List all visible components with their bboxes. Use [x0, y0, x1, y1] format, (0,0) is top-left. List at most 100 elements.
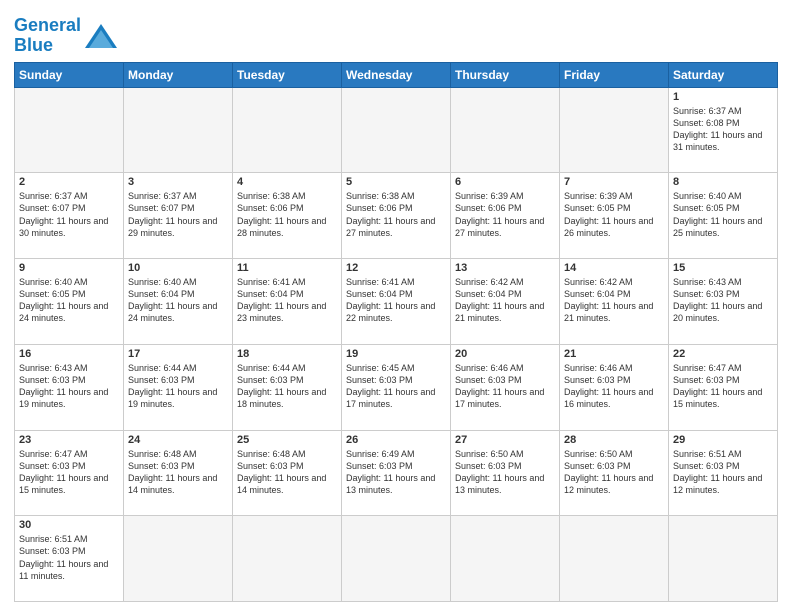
week-row-1: 2 Sunrise: 6:37 AMSunset: 6:07 PMDaylight… [15, 173, 778, 259]
day-cell-empty [560, 516, 669, 602]
day-number: 22 [673, 348, 773, 360]
day-cell-empty [233, 87, 342, 173]
day-info: Sunrise: 6:40 AMSunset: 6:04 PMDaylight:… [128, 276, 228, 325]
day-cell-3: 3 Sunrise: 6:37 AMSunset: 6:07 PMDaylight… [124, 173, 233, 259]
day-cell-11: 11 Sunrise: 6:41 AMSunset: 6:04 PMDayligh… [233, 259, 342, 345]
day-number: 20 [455, 348, 555, 360]
day-cell-7: 7 Sunrise: 6:39 AMSunset: 6:05 PMDaylight… [560, 173, 669, 259]
day-cell-5: 5Sunrise: 6:38 AMSunset: 6:06 PMDaylight… [342, 173, 451, 259]
day-cell-8: 8 Sunrise: 6:40 AMSunset: 6:05 PMDaylight… [669, 173, 778, 259]
col-header-sunday: Sunday [15, 62, 124, 87]
day-number: 8 [673, 176, 773, 188]
day-cell-27: 27 Sunrise: 6:50 AMSunset: 6:03 PMDayligh… [451, 430, 560, 516]
day-info: Sunrise: 6:40 AMSunset: 6:05 PMDaylight:… [673, 190, 773, 239]
day-number: 14 [564, 262, 664, 274]
day-cell-19: 19 Sunrise: 6:45 AMSunset: 6:03 PMDayligh… [342, 344, 451, 430]
day-number: 9 [19, 262, 119, 274]
logo-blue: Blue [14, 35, 53, 55]
day-number: 11 [237, 262, 337, 274]
day-number: 19 [346, 348, 446, 360]
day-number: 27 [455, 434, 555, 446]
day-cell-17: 17 Sunrise: 6:44 AMSunset: 6:03 PMDayligh… [124, 344, 233, 430]
day-cell-30: 30Sunrise: 6:51 AMSunset: 6:03 PMDayligh… [15, 516, 124, 602]
day-info: Sunrise: 6:37 AMSunset: 6:07 PMDaylight:… [19, 190, 119, 239]
day-info: Sunrise: 6:50 AMSunset: 6:03 PMDaylight:… [564, 448, 664, 497]
day-info: Sunrise: 6:38 AMSunset: 6:06 PMDaylight:… [237, 190, 337, 239]
day-cell-29: 29Sunrise: 6:51 AMSunset: 6:03 PMDayligh… [669, 430, 778, 516]
day-cell-2: 2 Sunrise: 6:37 AMSunset: 6:07 PMDaylight… [15, 173, 124, 259]
day-cell-empty [124, 516, 233, 602]
day-number: 18 [237, 348, 337, 360]
week-row-4: 23Sunrise: 6:47 AMSunset: 6:03 PMDayligh… [15, 430, 778, 516]
day-number: 21 [564, 348, 664, 360]
day-number: 16 [19, 348, 119, 360]
calendar-table: SundayMondayTuesdayWednesdayThursdayFrid… [14, 62, 778, 602]
day-cell-20: 20 Sunrise: 6:46 AMSunset: 6:03 PMDayligh… [451, 344, 560, 430]
day-cell-empty [233, 516, 342, 602]
day-number: 24 [128, 434, 228, 446]
day-info: Sunrise: 6:37 AMSunset: 6:08 PMDaylight:… [673, 105, 773, 154]
day-number: 4 [237, 176, 337, 188]
col-header-monday: Monday [124, 62, 233, 87]
week-row-5: 30Sunrise: 6:51 AMSunset: 6:03 PMDayligh… [15, 516, 778, 602]
day-cell-9: 9 Sunrise: 6:40 AMSunset: 6:05 PMDaylight… [15, 259, 124, 345]
day-cell-24: 24 Sunrise: 6:48 AMSunset: 6:03 PMDayligh… [124, 430, 233, 516]
day-number: 6 [455, 176, 555, 188]
col-header-saturday: Saturday [669, 62, 778, 87]
day-cell-14: 14Sunrise: 6:42 AMSunset: 6:04 PMDayligh… [560, 259, 669, 345]
day-number: 12 [346, 262, 446, 274]
week-row-2: 9 Sunrise: 6:40 AMSunset: 6:05 PMDaylight… [15, 259, 778, 345]
week-row-3: 16 Sunrise: 6:43 AMSunset: 6:03 PMDayligh… [15, 344, 778, 430]
logo-text: General Blue [14, 16, 81, 56]
day-cell-26: 26 Sunrise: 6:49 AMSunset: 6:03 PMDayligh… [342, 430, 451, 516]
logo-icon [83, 22, 119, 50]
day-number: 7 [564, 176, 664, 188]
day-info: Sunrise: 6:49 AMSunset: 6:03 PMDaylight:… [346, 448, 446, 497]
day-info: Sunrise: 6:37 AMSunset: 6:07 PMDaylight:… [128, 190, 228, 239]
day-info: Sunrise: 6:48 AMSunset: 6:03 PMDaylight:… [237, 448, 337, 497]
day-cell-23: 23Sunrise: 6:47 AMSunset: 6:03 PMDayligh… [15, 430, 124, 516]
day-cell-10: 10 Sunrise: 6:40 AMSunset: 6:04 PMDayligh… [124, 259, 233, 345]
day-cell-16: 16 Sunrise: 6:43 AMSunset: 6:03 PMDayligh… [15, 344, 124, 430]
day-number: 15 [673, 262, 773, 274]
week-row-0: 1 Sunrise: 6:37 AMSunset: 6:08 PMDaylight… [15, 87, 778, 173]
day-cell-empty [451, 87, 560, 173]
day-info: Sunrise: 6:39 AMSunset: 6:05 PMDaylight:… [564, 190, 664, 239]
day-info: Sunrise: 6:41 AMSunset: 6:04 PMDaylight:… [237, 276, 337, 325]
logo: General Blue [14, 16, 119, 56]
day-number: 17 [128, 348, 228, 360]
day-info: Sunrise: 6:44 AMSunset: 6:03 PMDaylight:… [128, 362, 228, 411]
day-number: 29 [673, 434, 773, 446]
col-header-tuesday: Tuesday [233, 62, 342, 87]
day-info: Sunrise: 6:50 AMSunset: 6:03 PMDaylight:… [455, 448, 555, 497]
day-info: Sunrise: 6:42 AMSunset: 6:04 PMDaylight:… [455, 276, 555, 325]
day-number: 1 [673, 91, 773, 103]
day-info: Sunrise: 6:46 AMSunset: 6:03 PMDaylight:… [564, 362, 664, 411]
day-info: Sunrise: 6:43 AMSunset: 6:03 PMDaylight:… [19, 362, 119, 411]
day-number: 2 [19, 176, 119, 188]
col-header-friday: Friday [560, 62, 669, 87]
day-info: Sunrise: 6:48 AMSunset: 6:03 PMDaylight:… [128, 448, 228, 497]
day-info: Sunrise: 6:44 AMSunset: 6:03 PMDaylight:… [237, 362, 337, 411]
day-info: Sunrise: 6:39 AMSunset: 6:06 PMDaylight:… [455, 190, 555, 239]
day-cell-empty [560, 87, 669, 173]
day-number: 10 [128, 262, 228, 274]
day-info: Sunrise: 6:45 AMSunset: 6:03 PMDaylight:… [346, 362, 446, 411]
day-cell-28: 28Sunrise: 6:50 AMSunset: 6:03 PMDayligh… [560, 430, 669, 516]
day-info: Sunrise: 6:38 AMSunset: 6:06 PMDaylight:… [346, 190, 446, 239]
day-cell-21: 21 Sunrise: 6:46 AMSunset: 6:03 PMDayligh… [560, 344, 669, 430]
day-info: Sunrise: 6:46 AMSunset: 6:03 PMDaylight:… [455, 362, 555, 411]
day-info: Sunrise: 6:47 AMSunset: 6:03 PMDaylight:… [673, 362, 773, 411]
logo-general: General [14, 15, 81, 35]
col-header-thursday: Thursday [451, 62, 560, 87]
day-number: 3 [128, 176, 228, 188]
day-cell-empty [15, 87, 124, 173]
day-cell-15: 15 Sunrise: 6:43 AMSunset: 6:03 PMDayligh… [669, 259, 778, 345]
calendar-header-row: SundayMondayTuesdayWednesdayThursdayFrid… [15, 62, 778, 87]
day-cell-13: 13Sunrise: 6:42 AMSunset: 6:04 PMDayligh… [451, 259, 560, 345]
day-info: Sunrise: 6:40 AMSunset: 6:05 PMDaylight:… [19, 276, 119, 325]
day-cell-6: 6 Sunrise: 6:39 AMSunset: 6:06 PMDaylight… [451, 173, 560, 259]
day-cell-1: 1 Sunrise: 6:37 AMSunset: 6:08 PMDaylight… [669, 87, 778, 173]
day-info: Sunrise: 6:43 AMSunset: 6:03 PMDaylight:… [673, 276, 773, 325]
day-number: 26 [346, 434, 446, 446]
